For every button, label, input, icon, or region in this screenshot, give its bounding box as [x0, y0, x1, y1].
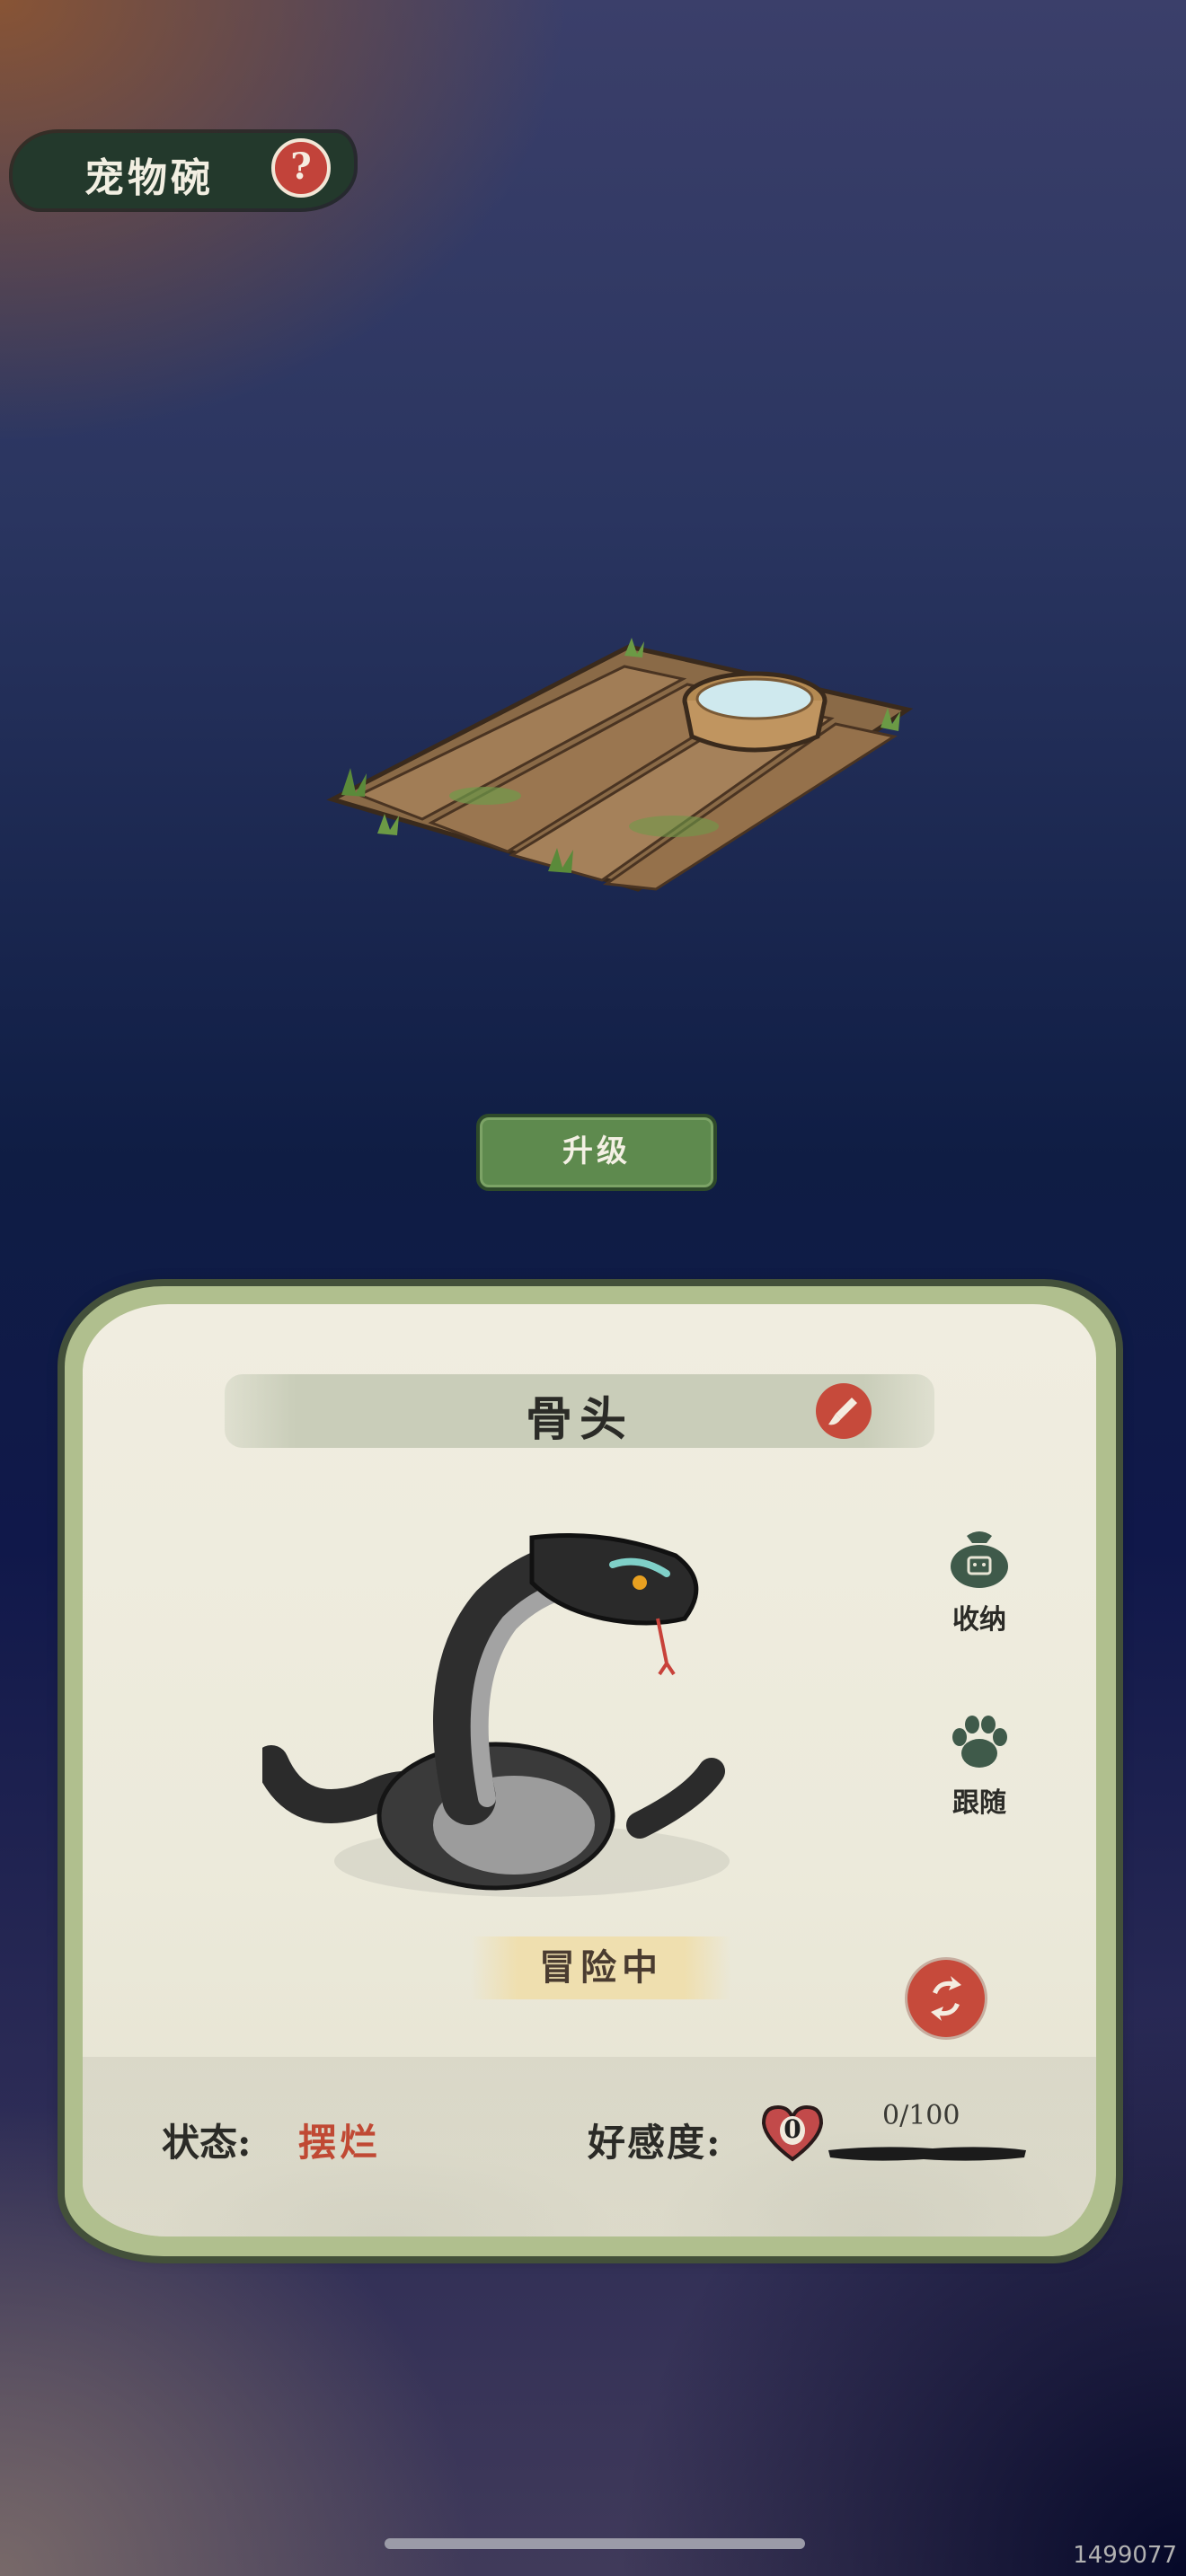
page-title: 宠物碗: [84, 155, 214, 201]
follow-button[interactable]: 跟随: [925, 1710, 1033, 1820]
affinity-progress-bar: [828, 2147, 1026, 2161]
heart-icon: 0: [758, 2102, 827, 2165]
storage-bag-icon: [951, 1531, 1008, 1588]
follow-label: 跟随: [952, 1787, 1006, 1819]
brush-icon[interactable]: [816, 1383, 872, 1439]
status-label: 状态:: [162, 2121, 252, 2165]
affinity-label: 好感度:: [588, 2121, 722, 2165]
status-value: 摆烂: [298, 2121, 382, 2165]
storage-button[interactable]: 收纳: [925, 1527, 1033, 1636]
question-mark-icon[interactable]: ?: [271, 138, 331, 198]
pet-bowl-platform[interactable]: [314, 620, 925, 907]
watermark-id: 1499077: [1073, 2542, 1177, 2569]
storage-label: 收纳: [952, 1604, 1006, 1636]
upgrade-button[interactable]: 升级: [476, 1114, 717, 1191]
adventure-status-tag: 冒险中: [471, 1936, 731, 1999]
paw-icon: [952, 1716, 1007, 1768]
affinity-level: 0: [783, 2114, 801, 2144]
pet-snake-image[interactable]: [254, 1529, 766, 1924]
pet-name-bar: 骨头: [225, 1374, 934, 1448]
pet-panel-inner: 骨头 收纳 跟随 冒险中 状态: 摆烂 好感度: 0 0/100: [83, 1304, 1096, 2236]
home-indicator: [385, 2538, 805, 2549]
refresh-icon[interactable]: [907, 1960, 985, 2037]
affinity-count: 0/100: [882, 2100, 960, 2131]
title-bar: 宠物碗 ?: [13, 133, 354, 208]
pet-panel: 骨头 收纳 跟随 冒险中 状态: 摆烂 好感度: 0 0/100: [65, 1286, 1116, 2256]
